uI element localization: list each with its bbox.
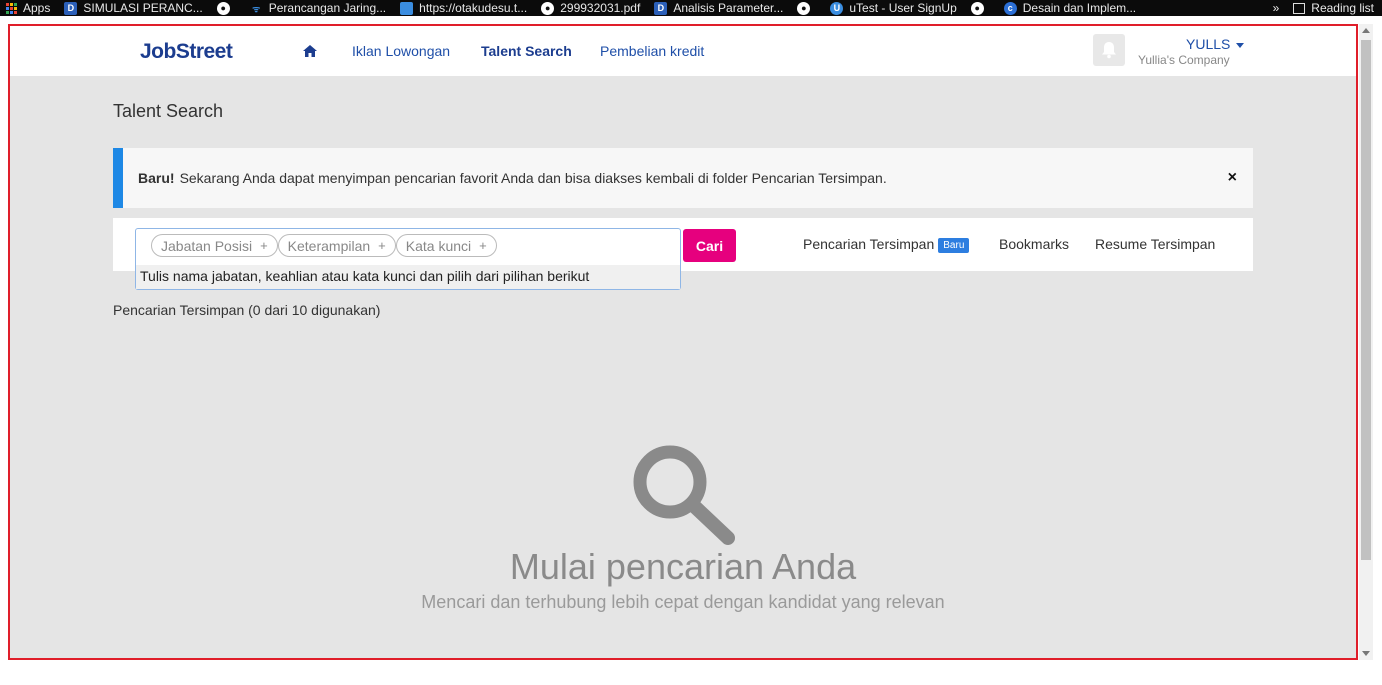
jobstreet-logo[interactable]: JobStreet — [140, 40, 233, 64]
reading-list-label: Reading list — [1311, 1, 1374, 15]
bookmark-label: Desain dan Implem... — [1022, 1, 1137, 15]
info-banner: Baru! Sekarang Anda dapat menyimpan penc… — [113, 148, 1253, 208]
caret-down-icon — [1236, 42, 1245, 48]
d-icon: D — [654, 1, 668, 15]
saved-search-count: Pencarian Tersimpan (0 dari 10 digunakan… — [113, 302, 381, 318]
bookmark-item[interactable]: c Desain dan Implem... — [998, 0, 1144, 16]
c-icon: c — [1003, 1, 1017, 15]
bookmark-item[interactable]: D SIMULASI PERANC... — [58, 0, 210, 16]
saved-searches-label: Pencarian Tersimpan — [803, 236, 935, 252]
plus-icon: + — [260, 238, 268, 253]
page-title: Talent Search — [113, 101, 224, 121]
company-name: Yullia's Company — [1138, 53, 1230, 67]
bookmark-label: uTest - User SignUp — [849, 1, 957, 15]
saved-resumes-link[interactable]: Resume Tersimpan — [1095, 236, 1215, 252]
vertical-scrollbar[interactable] — [1359, 24, 1373, 660]
top-navigation: JobStreet Iklan Lowongan Talent Search P… — [10, 26, 1356, 76]
search-icon — [633, 445, 735, 545]
search-input[interactable]: Jabatan Posisi + Keterampilan + Kata kunci… — [135, 228, 681, 290]
bookmark-label: SIMULASI PERANC... — [83, 1, 203, 15]
empty-state-subtitle: Mencari dan terhubung lebih cepat dengan… — [421, 592, 945, 612]
search-chips: Jabatan Posisi + Keterampilan + Kata kunci… — [151, 234, 497, 257]
wifi-icon: ᯤ — [252, 3, 261, 14]
search-suggestion[interactable]: Tulis nama jabatan, keahlian atau kata k… — [136, 265, 680, 289]
browser-viewport: JobStreet Iklan Lowongan Talent Search P… — [0, 16, 1382, 685]
globe-icon: ● — [541, 1, 555, 15]
scroll-up-icon[interactable] — [1362, 28, 1370, 33]
new-badge: Baru — [938, 238, 970, 253]
globe-icon: ● — [970, 1, 984, 15]
reading-list-button[interactable]: Reading list — [1285, 1, 1382, 15]
saved-searches-link[interactable]: Pencarian Tersimpan Baru — [803, 236, 970, 253]
nav-talent-search[interactable]: Talent Search — [481, 43, 572, 59]
bookmark-item[interactable]: ● — [965, 0, 998, 16]
bookmark-item[interactable]: https://otakudesu.t... — [394, 0, 535, 16]
bookmark-label: Analisis Parameter... — [673, 1, 784, 15]
bookmark-item[interactable]: ● 299932031.pdf — [535, 0, 648, 16]
chip-label: Kata kunci — [405, 237, 472, 254]
globe-icon: ● — [797, 1, 811, 15]
bookmark-item[interactable]: D Analisis Parameter... — [648, 0, 791, 16]
chip-label: Jabatan Posisi — [161, 237, 253, 254]
chip-jabatan-posisi[interactable]: Jabatan Posisi + — [151, 234, 278, 257]
search-button[interactable]: Cari — [683, 229, 736, 262]
reading-list-icon — [1293, 2, 1306, 14]
bookmarks-link[interactable]: Bookmarks — [999, 236, 1069, 252]
user-menu-button[interactable]: YULLS — [1186, 36, 1245, 52]
search-bar: Jabatan Posisi + Keterampilan + Kata kunci… — [113, 218, 1253, 290]
scroll-down-icon[interactable] — [1362, 651, 1370, 656]
bell-icon — [1102, 42, 1116, 59]
scroll-thumb[interactable] — [1361, 40, 1371, 560]
plus-icon: + — [378, 238, 386, 253]
bookmark-label: Perancangan Jaring... — [268, 1, 387, 15]
bookmark-item[interactable]: ● — [791, 0, 824, 16]
bookmarks-more-button[interactable]: » — [1267, 1, 1286, 15]
globe-icon: ● — [216, 1, 230, 15]
nav-iklan-lowongan[interactable]: Iklan Lowongan — [352, 43, 450, 59]
home-icon[interactable] — [303, 45, 317, 57]
bookmark-label: Apps — [23, 1, 51, 15]
bookmarks-bar: Apps D SIMULASI PERANC... ● ᯤ Perancanga… — [0, 0, 1382, 16]
d-icon: D — [64, 1, 78, 15]
banner-bold: Baru! — [138, 170, 175, 186]
bookmark-item[interactable]: U uTest - User SignUp — [824, 0, 964, 16]
chip-label: Keterampilan — [287, 237, 371, 254]
bookmark-label: https://otakudesu.t... — [419, 1, 528, 15]
notification-button[interactable] — [1093, 34, 1125, 66]
page-frame: JobStreet Iklan Lowongan Talent Search P… — [8, 24, 1358, 660]
plus-icon: + — [479, 238, 487, 253]
chip-keterampilan[interactable]: Keterampilan + — [277, 234, 396, 257]
empty-state-title: Mulai pencarian Anda — [509, 546, 857, 587]
u-icon: U — [830, 1, 844, 15]
close-icon[interactable]: × — [1228, 170, 1237, 186]
bookmark-label: 299932031.pdf — [560, 1, 641, 15]
doc-icon — [400, 1, 414, 15]
nav-pembelian-kredit[interactable]: Pembelian kredit — [600, 43, 704, 59]
bookmark-item[interactable]: ● — [211, 0, 244, 16]
banner-text: Sekarang Anda dapat menyimpan pencarian … — [179, 170, 887, 186]
bookmark-apps[interactable]: Apps — [0, 0, 58, 16]
chip-kata-kunci[interactable]: Kata kunci + — [395, 234, 497, 257]
user-name: YULLS — [1186, 36, 1231, 52]
bookmark-item[interactable]: ᯤ Perancangan Jaring... — [244, 0, 394, 16]
apps-icon — [6, 2, 17, 14]
